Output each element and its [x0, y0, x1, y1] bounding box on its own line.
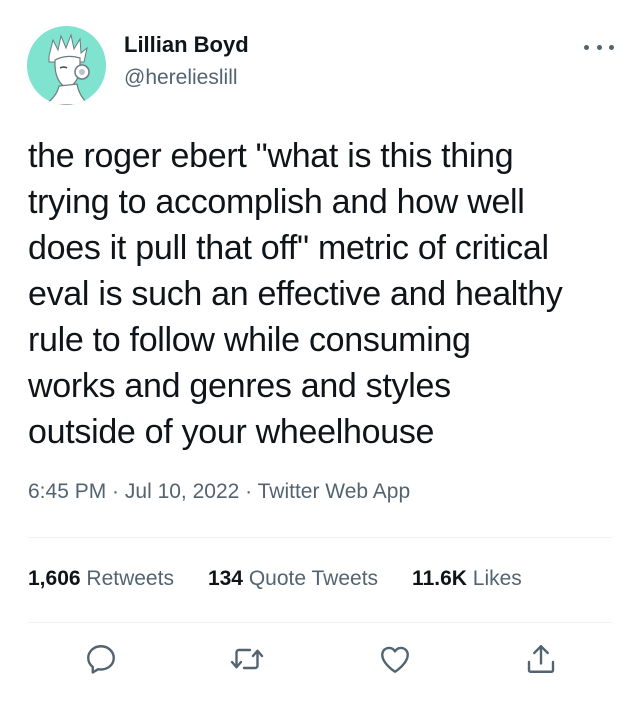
retweets-stat[interactable]: 1,606 Retweets	[28, 567, 174, 591]
reply-icon	[87, 645, 115, 674]
tweet-actions	[0, 641, 640, 681]
more-horizontal-icon	[584, 44, 589, 50]
tweet-text-line: eval is such an effective and healthy	[28, 275, 563, 313]
likes-label: Likes	[472, 567, 522, 590]
tweet-text-line: works and genres and styles	[28, 367, 451, 405]
more-horizontal-icon-dot	[609, 44, 614, 50]
tweet-stats: 1,606 Retweets 134 Quote Tweets 11.6K Li…	[28, 567, 556, 591]
author-handle[interactable]: @herelieslill	[124, 66, 238, 90]
tweet-text-line: does it pull that off" metric of critica…	[28, 229, 549, 267]
quote-tweets-label: Quote Tweets	[248, 567, 379, 590]
retweets-count: 1,606	[28, 567, 81, 590]
meta-separator: ·	[106, 480, 125, 503]
more-horizontal-icon-dot	[596, 44, 602, 50]
retweet-icon	[230, 648, 264, 670]
quote-tweets-stat[interactable]: 134 Quote Tweets	[208, 567, 378, 591]
retweets-label: Retweets	[86, 567, 174, 590]
tweet-date[interactable]: Jul 10, 2022	[125, 480, 239, 503]
likes-count: 11.6K	[412, 567, 467, 590]
tweet-source[interactable]: Twitter Web App	[258, 480, 411, 503]
author-name[interactable]: Lillian Boyd	[124, 32, 249, 58]
quote-tweets-count: 134	[207, 567, 243, 590]
tweet-text-line: trying to accomplish and how well	[28, 183, 525, 221]
like-heart-icon	[381, 646, 409, 673]
meta-separator: ·	[239, 480, 258, 503]
tweet-text-line: outside of your wheelhouse	[28, 413, 435, 451]
avatar-illustration-icon	[27, 26, 106, 105]
divider	[28, 537, 612, 538]
reply-button[interactable]	[83, 641, 119, 677]
tweet-card: Lillian Boyd @herelieslill the roger ebe…	[0, 0, 640, 701]
likes-stat[interactable]: 11.6K Likes	[412, 567, 522, 591]
tweet-text-line: rule to follow while consuming	[28, 321, 471, 359]
divider	[28, 622, 612, 623]
like-button[interactable]	[377, 641, 413, 677]
tweet-metadata: 6:45 PM · Jul 10, 2022 · Twitter Web App	[28, 480, 410, 504]
avatar[interactable]	[27, 26, 106, 105]
retweet-button[interactable]	[229, 641, 265, 677]
tweet-text-line: the roger ebert "what is this thing	[28, 137, 514, 175]
more-options-button[interactable]	[584, 38, 614, 56]
tweet-time[interactable]: 6:45 PM	[28, 480, 106, 503]
share-icon	[527, 645, 555, 673]
tweet-text: the roger ebert "what is this thing tryi…	[28, 133, 628, 455]
share-button[interactable]	[523, 641, 559, 677]
